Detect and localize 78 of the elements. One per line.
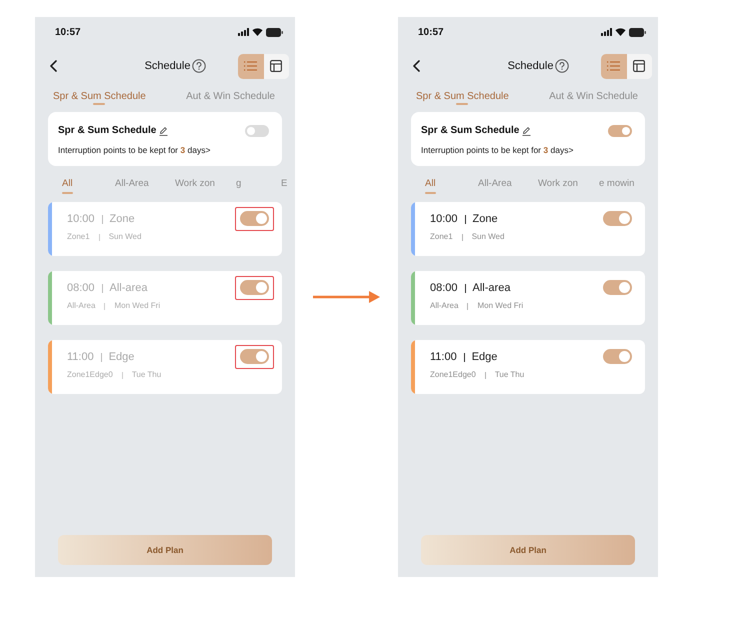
layout-icon — [270, 60, 282, 72]
schedule-name: Edge — [108, 351, 134, 364]
schedule-card[interactable]: 10:00 Zone Zone1 Sun Wed — [48, 202, 282, 256]
battery-icon — [629, 28, 646, 36]
wifi-icon — [252, 28, 263, 36]
schedule-time: 10:00 — [430, 213, 458, 226]
filter-tab[interactable]: Work zon — [175, 178, 215, 190]
pencil-icon[interactable] — [159, 126, 168, 136]
schedule-zone: Zone1 — [67, 232, 90, 242]
season-tab[interactable]: Aut & Win Schedule — [549, 91, 638, 105]
toggle-switch[interactable] — [240, 280, 269, 295]
plan-note[interactable]: Interruption points to be kept for 3 days> — [58, 144, 210, 156]
schedule-days: Tue Thu — [494, 370, 524, 380]
season-tab[interactable]: Spr & Sum Schedule — [53, 91, 146, 105]
schedule-days: Tue Thu — [132, 370, 162, 380]
list-icon — [244, 61, 258, 71]
toggle-switch[interactable] — [603, 211, 632, 226]
schedule-card[interactable]: 08:00 All-area All-Area Mon Wed Fri — [411, 271, 645, 325]
help-icon[interactable] — [192, 59, 206, 73]
plan-title: Spr & Sum Schedule — [421, 125, 520, 137]
schedule-card[interactable]: 11:00 Edge Zone1Edge0 Tue Thu — [48, 340, 282, 394]
toggle-switch[interactable] — [608, 125, 632, 137]
schedule-time: 11:00 — [430, 351, 457, 364]
add-plan-button[interactable]: Add Plan — [58, 535, 272, 565]
schedule-name: Edge — [472, 351, 498, 364]
right-arrow — [313, 291, 380, 303]
filter-tab[interactable]: All — [62, 178, 73, 194]
filter-tab[interactable]: e mowin — [599, 178, 634, 190]
schedule-time: 11:00 — [67, 351, 94, 364]
clock-time: 10:57 — [418, 26, 444, 38]
pencil-icon[interactable] — [522, 126, 532, 136]
season-tab[interactable]: Aut & Win Schedule — [186, 91, 275, 105]
back-icon[interactable] — [50, 60, 57, 72]
signal-icon — [601, 28, 612, 36]
schedule-zone: All-Area — [430, 301, 458, 311]
schedule-days: Mon Wed Fri — [114, 301, 160, 311]
schedule-days: Sun Wed — [472, 232, 504, 242]
list-icon — [607, 61, 620, 71]
schedule-time: 10:00 — [67, 213, 95, 226]
toggle-switch[interactable] — [245, 125, 269, 137]
schedule-card[interactable]: 11:00 Edge Zone1Edge0 Tue Thu — [411, 340, 645, 394]
plan-title: Spr & Sum Schedule — [58, 125, 156, 137]
wifi-icon — [615, 28, 626, 36]
page-title: Schedule — [508, 60, 554, 72]
schedule-zone: All-Area — [67, 301, 96, 311]
toggle-switch[interactable] — [603, 349, 632, 364]
season-tab[interactable]: Spr & Sum Schedule — [416, 91, 509, 105]
plan-note[interactable]: Interruption points to be kept for 3 days> — [421, 144, 574, 156]
signal-icon — [238, 28, 249, 36]
schedule-name: Zone — [472, 213, 498, 226]
help-icon[interactable] — [555, 59, 570, 73]
back-icon[interactable] — [413, 60, 420, 72]
toggle-switch[interactable] — [240, 211, 269, 226]
schedule-zone: Zone1Edge0 — [430, 370, 476, 380]
schedule-days: Mon Wed Fri — [477, 301, 524, 311]
filter-tab[interactable]: All — [425, 178, 436, 194]
page-title: Schedule — [144, 60, 190, 72]
filter-tab[interactable]: All-Area — [478, 178, 512, 190]
toggle-switch[interactable] — [240, 349, 269, 364]
filter-tab[interactable]: E — [281, 178, 288, 190]
battery-icon — [266, 28, 283, 36]
schedule-zone: Zone1Edge0 — [67, 370, 113, 380]
add-plan-button[interactable]: Add Plan — [421, 535, 635, 565]
schedule-name: All-area — [472, 282, 510, 295]
schedule-card[interactable]: 08:00 All-area All-Area Mon Wed Fri — [48, 271, 282, 325]
filter-tab[interactable]: All-Area — [115, 178, 149, 190]
schedule-card[interactable]: 10:00 Zone Zone1 Sun Wed — [411, 202, 645, 256]
toggle-switch[interactable] — [603, 280, 632, 295]
schedule-zone: Zone1 — [430, 232, 453, 242]
clock-time: 10:57 — [55, 26, 81, 38]
schedule-name: All-area — [110, 282, 148, 295]
schedule-days: Sun Wed — [108, 232, 142, 242]
schedule-name: Zone — [110, 213, 135, 226]
filter-tab[interactable]: Work zon — [538, 178, 578, 190]
schedule-time: 08:00 — [67, 282, 95, 295]
schedule-time: 08:00 — [430, 282, 458, 295]
filter-tab[interactable]: g — [236, 178, 242, 190]
layout-icon — [633, 60, 646, 72]
